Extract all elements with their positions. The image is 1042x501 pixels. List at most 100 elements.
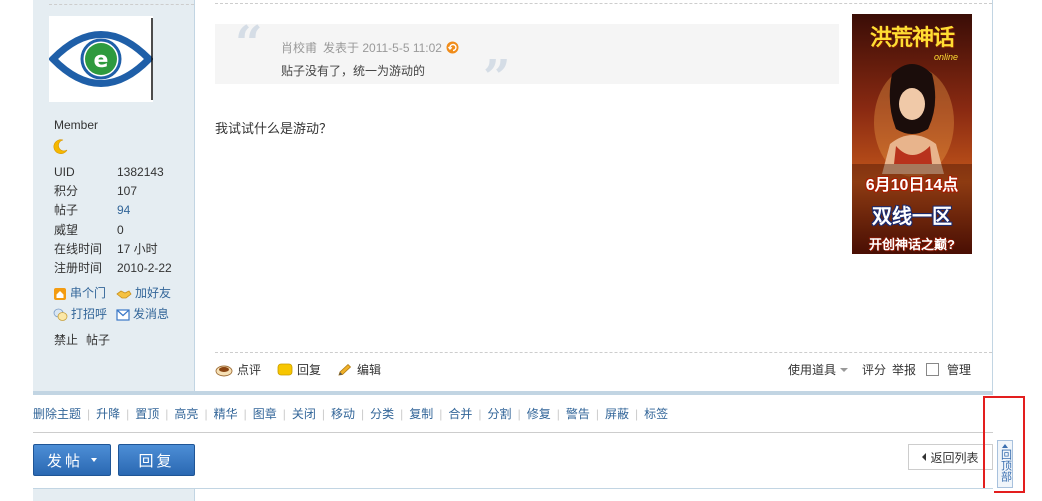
report-button[interactable]: 举报 <box>892 361 916 378</box>
mod-copy[interactable]: 复制 <box>409 405 433 422</box>
ad-subtitle: online <box>934 52 959 62</box>
stat-points: 积分 107 <box>54 182 172 201</box>
mod-highlight[interactable]: 高亮 <box>174 405 198 422</box>
add-friend-label: 加好友 <box>135 286 172 300</box>
mod-user-actions: 禁止 帖子 <box>54 331 118 348</box>
user-stats: UID 1382143 积分 107 帖子 94 威望 0 在线时间 17 小时… <box>54 163 172 278</box>
mod-split[interactable]: 分割 <box>488 405 512 422</box>
comment-label: 点评 <box>237 363 262 377</box>
mod-bump[interactable]: 升降 <box>96 405 120 422</box>
dropdown-arrow-icon <box>839 367 848 372</box>
rate-button[interactable]: 评分 <box>862 361 886 378</box>
next-post-strip <box>33 488 994 501</box>
stat-value: 1382143 <box>117 165 164 179</box>
stat-label: 在线时间 <box>54 241 103 256</box>
visit-user-link[interactable]: 串个门 <box>53 283 116 304</box>
user-posts-link[interactable]: 帖子 <box>86 333 110 347</box>
reply-bubble-icon <box>277 363 293 375</box>
stat-label: UID <box>54 165 75 179</box>
back-to-top-button[interactable]: 回顶部 <box>997 440 1013 488</box>
comment-icon <box>215 365 233 376</box>
mod-sticky[interactable]: 置顶 <box>135 405 159 422</box>
reply-thread-button[interactable]: 回复 <box>118 444 195 476</box>
manage-toggle[interactable]: 管理 <box>925 361 971 378</box>
divider <box>33 432 993 433</box>
jump-to-post-icon[interactable] <box>446 41 459 54</box>
mod-stamp[interactable]: 图章 <box>253 405 277 422</box>
add-friend-link[interactable]: 加好友 <box>116 283 179 304</box>
new-post-label: 发帖 <box>46 452 83 470</box>
reply-label: 回复 <box>297 363 322 377</box>
post-content: “ 肖校甫 发表于 2011-5-5 11:02 贴子没有了，统一为游动的 ” … <box>195 0 992 391</box>
use-item-dropdown[interactable]: 使用道具 <box>788 361 848 378</box>
manage-checkbox[interactable] <box>925 363 939 376</box>
stat-online-time: 在线时间 17 小时 <box>54 240 172 259</box>
stat-label: 注册时间 <box>54 260 103 275</box>
stat-register-date: 注册时间 2010-2-22 <box>54 259 172 278</box>
quote-open-mark: “ <box>235 16 263 72</box>
mod-repair[interactable]: 修复 <box>527 405 551 422</box>
stat-label: 帖子 <box>54 203 79 218</box>
back-to-list-button[interactable]: 返回列表 <box>908 444 993 470</box>
chat-bubble-icon <box>53 308 68 321</box>
mod-classify[interactable]: 分类 <box>370 405 394 422</box>
greet-link[interactable]: 打招呼 <box>53 304 116 325</box>
post-tools-right: 使用道具 评分 举报 管理 <box>778 361 971 378</box>
mod-tags[interactable]: 标签 <box>644 405 668 422</box>
stat-value: 0 <box>117 222 124 237</box>
stat-prestige: 威望 0 <box>54 221 172 240</box>
divider <box>215 3 992 4</box>
stat-posts: 帖子 94 <box>54 201 172 220</box>
stat-uid: UID 1382143 <box>54 163 172 182</box>
divider <box>215 352 992 353</box>
send-message-label: 发消息 <box>133 307 170 321</box>
posts-count-link[interactable]: 94 <box>117 201 130 220</box>
reply-button[interactable]: 回复 <box>277 361 321 378</box>
ad-title: 洪荒神话 <box>869 25 955 51</box>
quote-author: 肖校甫 <box>281 41 318 55</box>
arrow-up-icon <box>1002 444 1008 448</box>
edit-label: 编辑 <box>357 363 382 377</box>
new-post-button[interactable]: 发帖 <box>33 444 111 476</box>
handshake-icon <box>116 289 132 298</box>
quote-block: “ 肖校甫 发表于 2011-5-5 11:02 贴子没有了，统一为游动的 ” <box>215 20 839 102</box>
greet-label: 打招呼 <box>71 307 108 321</box>
svg-text:e: e <box>94 48 109 73</box>
moderation-bar: 删除主题 | 升降 | 置顶 | 高亮 | 精华 | 图章 | 关闭 | 移动 | 分类 | 复制… <box>33 405 669 422</box>
user-group: Member <box>54 118 99 132</box>
game-ad-banner[interactable]: 洪荒神话 online 6月10日14点 双线一区 开创神话之巅? <box>852 14 972 254</box>
dropdown-arrow-icon <box>91 458 97 462</box>
stat-value: 2010-2-22 <box>117 260 172 275</box>
mod-merge[interactable]: 合并 <box>448 405 472 422</box>
mod-warn[interactable]: 警告 <box>566 405 590 422</box>
mod-delete-thread[interactable]: 删除主题 <box>33 405 81 422</box>
eye-logo-icon: e <box>49 18 153 100</box>
stat-label: 积分 <box>54 184 79 199</box>
edit-button[interactable]: 编辑 <box>337 361 381 378</box>
avatar[interactable]: e <box>49 16 153 102</box>
back-to-list-label: 返回列表 <box>930 450 979 465</box>
pencil-icon <box>338 363 352 375</box>
ban-user-link[interactable]: 禁止 <box>54 333 78 347</box>
visit-user-label: 串个门 <box>70 286 107 300</box>
quote-meta: 肖校甫 发表于 2011-5-5 11:02 <box>281 39 459 56</box>
comment-button[interactable]: 点评 <box>215 361 261 378</box>
envelope-icon <box>116 308 130 321</box>
stat-value: 107 <box>117 184 138 199</box>
quote-close-mark: ” <box>483 50 511 106</box>
ad-slogan: 开创神话之巅? <box>869 237 955 252</box>
quote-time: 发表于 2011-5-5 11:02 <box>323 41 442 55</box>
use-item-label: 使用道具 <box>787 363 836 377</box>
home-icon <box>54 287 66 300</box>
divider <box>49 4 194 5</box>
post-tools: 点评 回复 编辑 <box>215 361 397 378</box>
moon-rank-icon <box>53 139 68 154</box>
post-container: e Member UID 1382143 积分 107 帖子 94 威望 0 在… <box>33 0 993 391</box>
manage-label: 管理 <box>946 363 971 377</box>
stat-label: 威望 <box>54 222 79 237</box>
send-message-link[interactable]: 发消息 <box>116 304 179 325</box>
mod-move[interactable]: 移动 <box>331 405 355 422</box>
mod-close[interactable]: 关闭 <box>292 405 316 422</box>
mod-hide[interactable]: 屏蔽 <box>605 405 629 422</box>
mod-digest[interactable]: 精华 <box>214 405 238 422</box>
